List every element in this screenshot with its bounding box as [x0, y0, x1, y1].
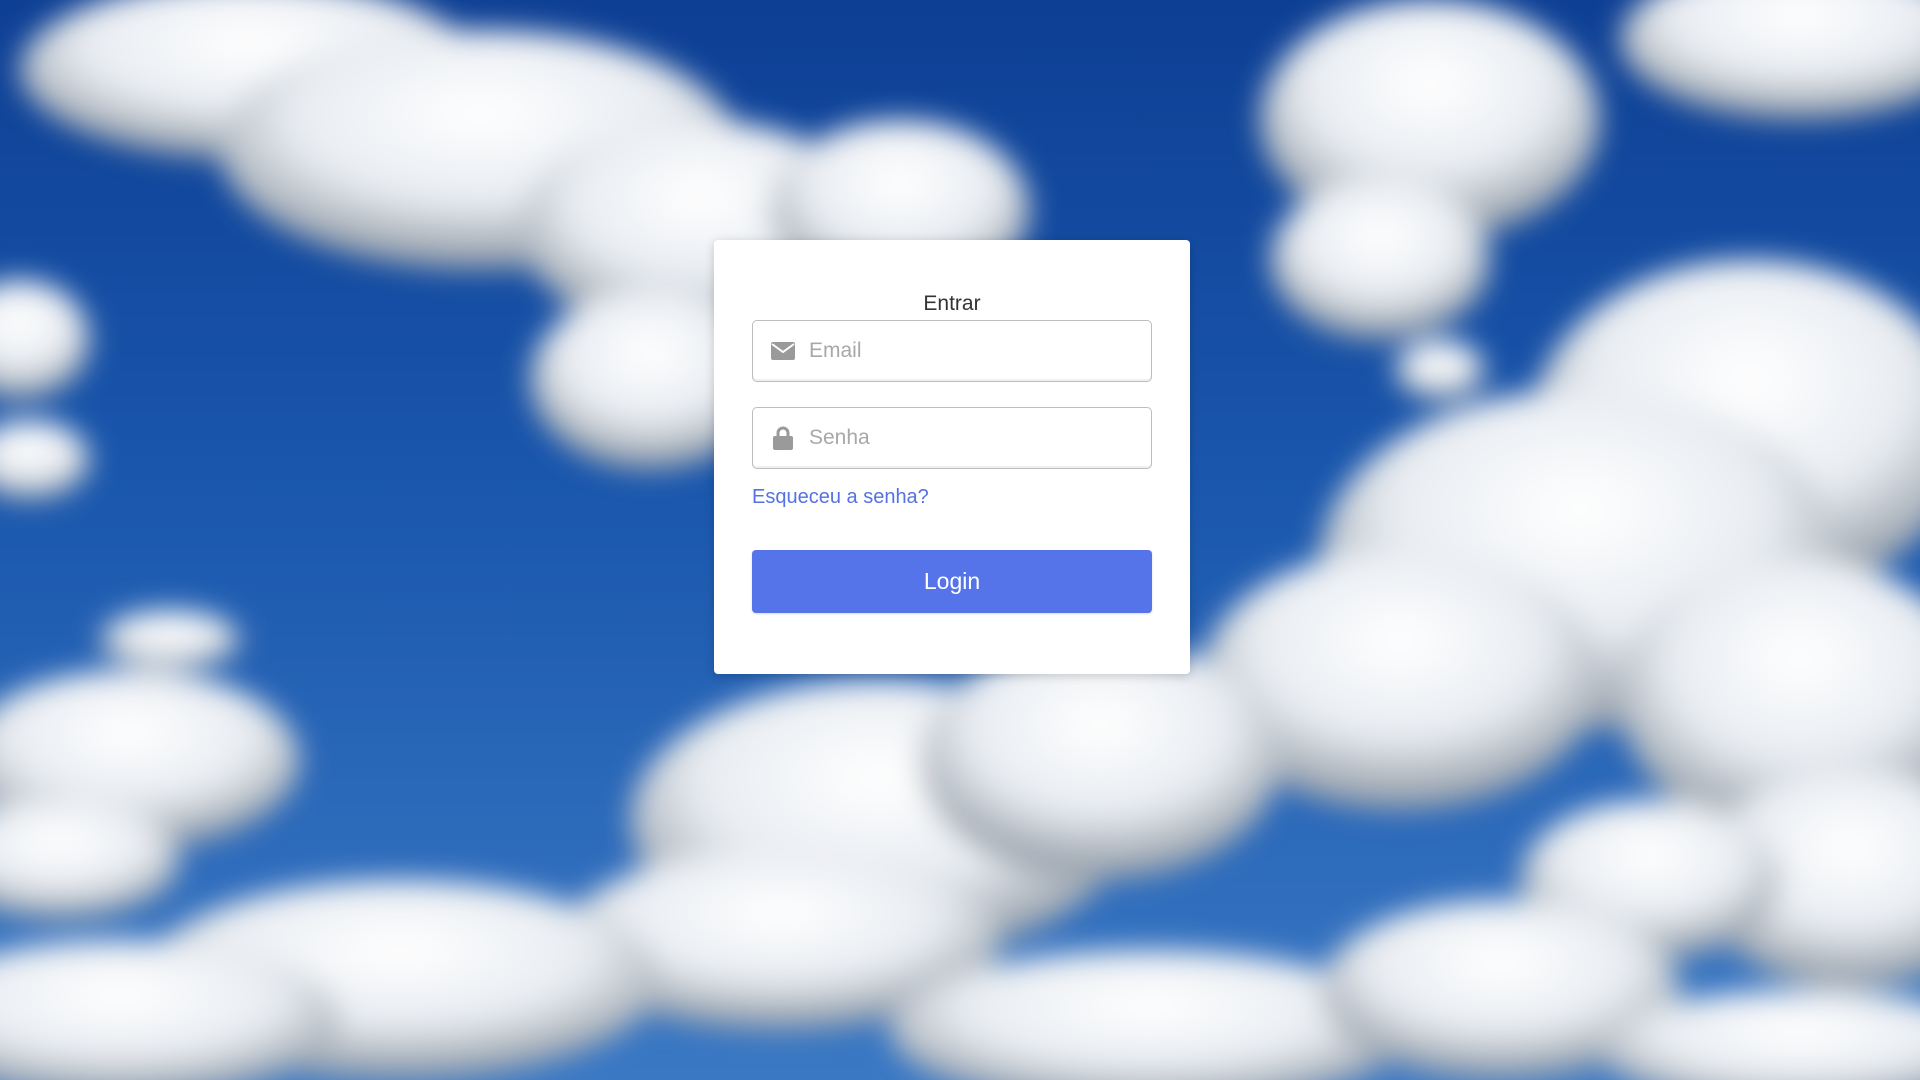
- envelope-icon: [769, 337, 797, 365]
- email-input[interactable]: [809, 321, 1139, 381]
- forgot-password-link[interactable]: Esqueceu a senha?: [752, 486, 929, 509]
- password-field[interactable]: [752, 407, 1152, 469]
- form-title: Entrar: [923, 292, 981, 315]
- login-button[interactable]: Login: [752, 550, 1152, 613]
- password-input[interactable]: [809, 408, 1139, 468]
- lock-icon: [769, 424, 797, 452]
- email-field[interactable]: [752, 320, 1152, 382]
- login-card: Entrar Esqueceu a senha? Login: [714, 240, 1190, 674]
